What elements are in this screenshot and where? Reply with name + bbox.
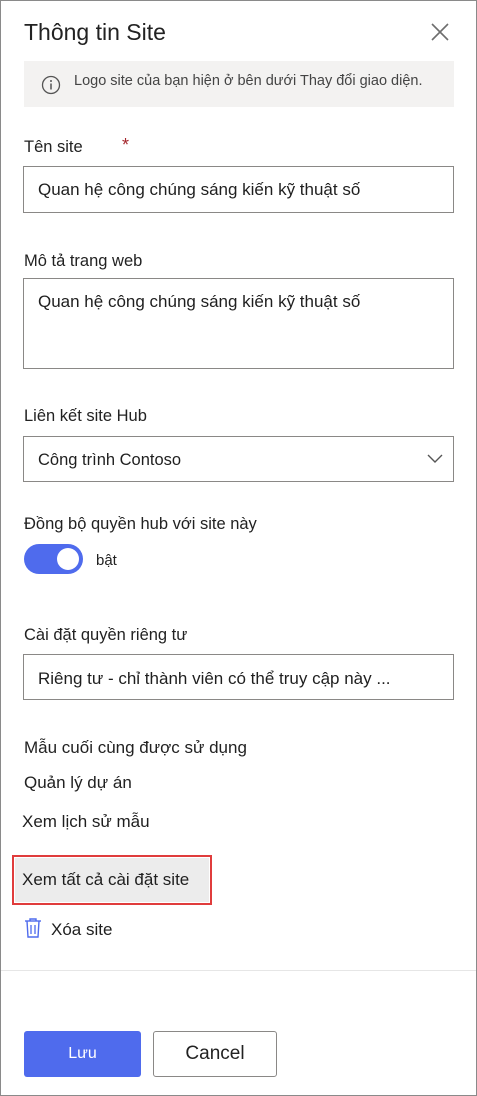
privacy-label: Cài đặt quyền riêng tư xyxy=(24,626,188,644)
panel-title: Thông tin Site xyxy=(24,19,166,45)
privacy-selected-value: Riêng tư - chỉ thành viên có thể truy cậ… xyxy=(38,669,391,688)
save-button[interactable]: Lưu xyxy=(24,1031,141,1077)
hub-label: Liên kết site Hub xyxy=(24,407,147,425)
site-name-input[interactable]: Quan hệ công chúng sáng kiến kỹ thuật số xyxy=(23,166,454,213)
info-bar-text: Logo site của bạn hiện ở bên dưới Thay đ… xyxy=(74,73,423,89)
footer-divider xyxy=(1,970,476,971)
template-label: Mẫu cuối cùng được sử dụng xyxy=(24,738,247,757)
toggle-state-text: bật xyxy=(96,552,117,569)
site-name-label: Tên site xyxy=(24,138,83,156)
description-textarea[interactable]: Quan hệ công chúng sáng kiến kỹ thuật số xyxy=(23,278,454,369)
required-marker: * xyxy=(122,135,130,155)
chevron-down-icon xyxy=(427,454,443,463)
description-label: Mô tả trang web xyxy=(24,252,143,270)
toggle-knob xyxy=(57,548,79,570)
site-name-value: Quan hệ công chúng sáng kiến kỹ thuật số xyxy=(38,180,361,199)
description-value: Quan hệ công chúng sáng kiến kỹ thuật số xyxy=(38,292,361,311)
cancel-button[interactable]: Cancel xyxy=(153,1031,277,1077)
hub-selected-value: Công trình Contoso xyxy=(38,451,182,469)
template-value: Quản lý dự án xyxy=(24,773,132,792)
close-button[interactable] xyxy=(429,21,451,43)
template-history-link[interactable]: Xem lịch sử mẫu xyxy=(22,812,150,832)
site-info-panel: Thông tin Site Logo site của bạn hiện ở … xyxy=(0,0,477,1096)
trash-icon xyxy=(24,917,42,939)
close-icon xyxy=(431,23,449,41)
hub-sync-label: Đồng bộ quyền hub với site này xyxy=(24,515,257,533)
delete-site-link[interactable]: Xóa site xyxy=(51,920,112,940)
highlight-box xyxy=(12,855,212,905)
hub-sync-toggle[interactable] xyxy=(24,544,83,574)
info-icon xyxy=(41,75,61,95)
hub-dropdown[interactable]: Công trình Contoso xyxy=(23,436,454,482)
privacy-dropdown[interactable]: Riêng tư - chỉ thành viên có thể truy cậ… xyxy=(23,654,454,700)
